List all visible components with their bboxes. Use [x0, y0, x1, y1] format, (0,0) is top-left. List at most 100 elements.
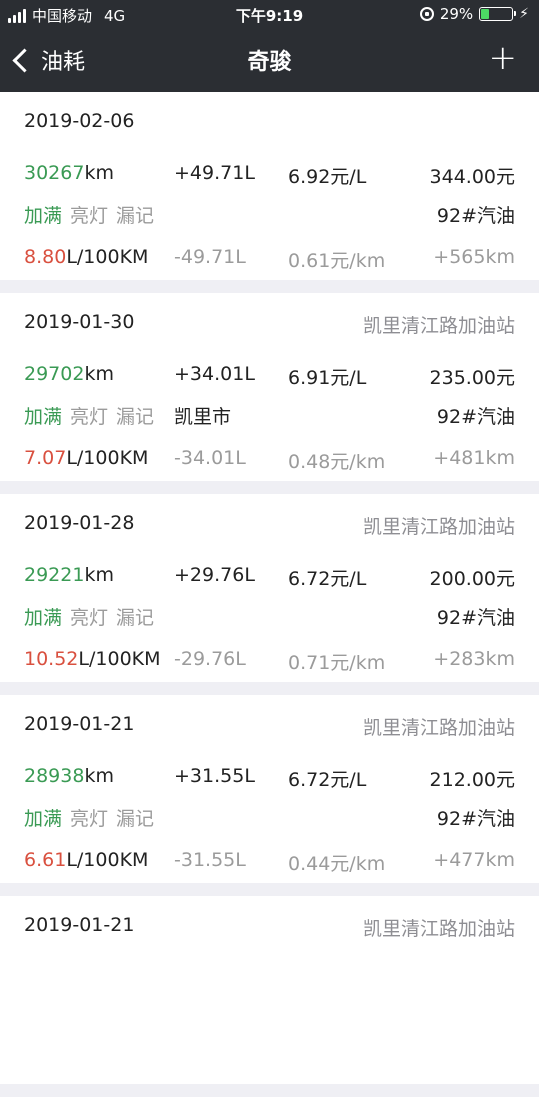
odometer: 29702km — [24, 363, 114, 385]
record-date: 2019-01-21 — [24, 914, 135, 936]
page-title: 奇骏 — [247, 50, 292, 75]
record-date: 2019-01-30 — [24, 311, 135, 333]
total-amount: 344.00元 — [429, 166, 515, 188]
consumption-value: 8.80 — [24, 246, 67, 268]
battery-fill — [481, 9, 490, 19]
consumption: 8.80L/100KM — [24, 246, 148, 268]
volume-delta: -34.01L — [174, 447, 246, 469]
cost-per-km: 0.48元/km — [288, 451, 386, 473]
fuel-record-card[interactable]: 2019-02-06 30267km +49.71L 6.92元/L 344.00元加满… — [0, 92, 539, 280]
consumption: 10.52L/100KM — [24, 648, 161, 670]
odometer-value: 29702 — [24, 363, 85, 385]
fuel-type: 92#汽油 — [436, 406, 515, 428]
odometer-unit: km — [84, 765, 114, 787]
cost-per-km: 0.61元/km — [288, 250, 386, 272]
record-date: 2019-01-21 — [24, 713, 135, 735]
odometer-value: 28938 — [24, 765, 85, 787]
total-amount: 212.00元 — [429, 769, 515, 791]
distance: +477km — [433, 849, 515, 871]
consumption-value: 10.52 — [24, 648, 79, 670]
fuel-type: 92#汽油 — [436, 808, 515, 830]
distance: +565km — [433, 246, 515, 268]
total-amount: 200.00元 — [429, 568, 515, 590]
cost-per-km: 0.44元/km — [288, 853, 386, 875]
distance: +481km — [433, 447, 515, 469]
tag-full: 加满 — [24, 607, 63, 629]
record-station: 凯里清江路加油站 — [362, 918, 515, 940]
consumption-unit: L/100KM — [66, 246, 149, 268]
fuel-volume: +29.76L — [174, 564, 255, 586]
record-date: 2019-01-28 — [24, 512, 135, 534]
fuel-record-list: 2019-02-06 30267km +49.71L 6.92元/L 344.00元 加满… — [0, 92, 539, 1097]
tag-full: 加满 — [24, 808, 63, 830]
tag-full: 加满 — [24, 406, 63, 428]
orientation-lock-icon — [419, 7, 434, 21]
record-station: 凯里清江路加油站 — [362, 315, 515, 337]
battery-percent: 29% — [439, 5, 474, 23]
tag-missed: 漏记 — [116, 808, 155, 830]
odometer-unit: km — [84, 363, 114, 385]
tag-light: 亮灯 — [70, 607, 109, 629]
status-bar: 中国移动 4G 下午9:19 29% ⚡ — [0, 0, 539, 30]
odometer-unit: km — [84, 564, 114, 586]
volume-delta: -29.76L — [174, 648, 246, 670]
odometer-value: 30267 — [24, 162, 85, 184]
record-header: 2019-01-21 凯里清江路加油站 — [24, 713, 515, 739]
tag-light: 亮灯 — [70, 808, 109, 830]
record-station: 凯里清江路加油站 — [362, 717, 515, 739]
odometer: 28938km — [24, 765, 114, 787]
record-station: 凯里清江路加油站 — [362, 516, 515, 538]
cost-per-km: 0.71元/km — [288, 652, 386, 674]
tag-missed: 漏记 — [116, 406, 155, 428]
record-tags: 加满 亮灯 漏记 — [24, 201, 162, 228]
fuel-record-card[interactable]: 2019-01-21 凯里清江路加油站 28938km +31.55L 6.72元/L 2… — [0, 695, 539, 883]
tag-missed: 漏记 — [116, 205, 155, 227]
tag-full: 加满 — [24, 205, 63, 227]
volume-delta: -49.71L — [174, 246, 246, 268]
charging-icon: ⚡ — [519, 6, 529, 22]
top-bar: 中国移动 4G 下午9:19 29% ⚡ 油耗 奇骏 + — [0, 0, 539, 92]
fuel-record-card[interactable]: 2019-01-21 凯里清江路加油站 — [0, 896, 539, 1084]
unit-price: 6.91元/L — [288, 367, 367, 389]
fuel-volume: +31.55L — [174, 765, 255, 787]
record-city: 凯里市 — [174, 406, 232, 428]
battery-icon — [479, 7, 517, 21]
record-date: 2019-02-06 — [24, 110, 135, 132]
unit-price: 6.92元/L — [288, 166, 367, 188]
consumption-value: 7.07 — [24, 447, 67, 469]
consumption-unit: L/100KM — [66, 447, 149, 469]
consumption: 7.07L/100KM — [24, 447, 148, 469]
fuel-record-card[interactable]: 2019-01-28 凯里清江路加油站 29221km +29.76L 6.72元/L 2… — [0, 494, 539, 682]
odometer-unit: km — [84, 162, 114, 184]
tag-light: 亮灯 — [70, 406, 109, 428]
record-header: 2019-01-30 凯里清江路加油站 — [24, 311, 515, 337]
unit-price: 6.72元/L — [288, 568, 367, 590]
volume-delta: -31.55L — [174, 849, 246, 871]
fuel-volume: +49.71L — [174, 162, 255, 184]
distance: +283km — [433, 648, 515, 670]
total-amount: 235.00元 — [429, 367, 515, 389]
odometer: 30267km — [24, 162, 114, 184]
record-tags: 加满 亮灯 漏记 — [24, 603, 162, 630]
add-button[interactable]: + — [489, 38, 518, 78]
fuel-record-card[interactable]: 2019-01-30 凯里清江路加油站 29702km +34.01L 6.91元/L 2… — [0, 293, 539, 481]
record-header: 2019-01-28 凯里清江路加油站 — [24, 512, 515, 538]
record-tags: 加满 亮灯 漏记 — [24, 804, 162, 831]
tag-missed: 漏记 — [116, 607, 155, 629]
fuel-type: 92#汽油 — [436, 607, 515, 629]
unit-price: 6.72元/L — [288, 769, 367, 791]
fuel-volume: +34.01L — [174, 363, 255, 385]
consumption-unit: L/100KM — [66, 849, 149, 871]
odometer: 29221km — [24, 564, 114, 586]
consumption-unit: L/100KM — [78, 648, 161, 670]
consumption: 6.61L/100KM — [24, 849, 148, 871]
status-right: 29% ⚡ — [419, 5, 529, 23]
navigation-bar: 油耗 奇骏 + — [0, 30, 539, 92]
record-tags: 加满 亮灯 漏记 — [24, 402, 162, 429]
tag-light: 亮灯 — [70, 205, 109, 227]
record-header: 2019-01-21 凯里清江路加油站 — [24, 914, 515, 940]
record-header: 2019-02-06 — [24, 110, 515, 132]
fuel-type: 92#汽油 — [436, 205, 515, 227]
odometer-value: 29221 — [24, 564, 85, 586]
consumption-value: 6.61 — [24, 849, 67, 871]
